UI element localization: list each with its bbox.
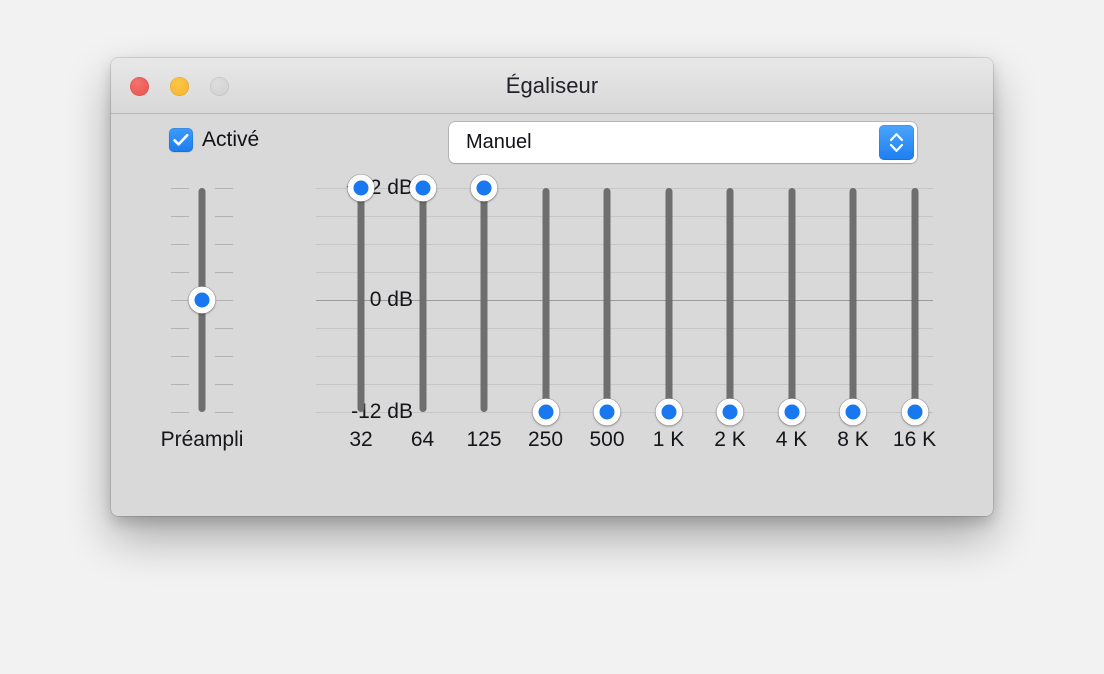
preamp-tick — [215, 328, 233, 329]
enabled-checkbox-label: Activé — [202, 128, 260, 151]
band-slider[interactable]: 64 — [400, 174, 446, 451]
band-slider-track[interactable] — [480, 188, 488, 412]
enabled-checkbox-group[interactable]: Activé — [169, 128, 259, 152]
band-slider[interactable]: 4 K — [769, 176, 815, 451]
preamp-tick — [215, 188, 233, 189]
preamp-tick — [171, 244, 189, 245]
preamp-tick — [171, 328, 189, 329]
preamp-tick — [171, 300, 189, 301]
preamp-tick — [215, 216, 233, 217]
preamp-ticks-right — [215, 176, 233, 416]
window-titlebar: Égaliseur — [111, 58, 993, 114]
band-slider-track[interactable] — [849, 188, 857, 412]
preamp-tick — [215, 244, 233, 245]
band-slider-knob[interactable] — [470, 174, 498, 202]
band-slider[interactable]: 1 K — [646, 176, 692, 451]
preamp-label: Préampli — [160, 428, 244, 451]
preamp-tick — [215, 356, 233, 357]
band-slider-knob[interactable] — [901, 398, 928, 426]
band-slider-label: 8 K — [837, 428, 869, 451]
preamp-tick — [215, 272, 233, 273]
preamp-tick — [215, 300, 233, 301]
band-slider-label: 250 — [527, 428, 564, 451]
band-slider[interactable]: 2 K — [707, 176, 753, 451]
window-title: Égaliseur — [505, 73, 599, 98]
band-slider-track[interactable] — [665, 188, 672, 412]
band-slider-track[interactable] — [726, 188, 734, 412]
preamp-tick — [171, 356, 189, 357]
band-slider-knob[interactable] — [532, 398, 559, 426]
preamp-ticks-left — [171, 176, 189, 416]
band-slider-label: 125 — [466, 428, 502, 451]
band-slider-track[interactable] — [357, 188, 365, 412]
band-slider-knob[interactable] — [716, 398, 744, 426]
preamp-tick — [171, 216, 189, 217]
equalizer-window: Égaliseur Activé Manuel Préampli +12 dB … — [111, 58, 993, 516]
band-slider-label: 32 — [349, 428, 373, 451]
band-slider-knob[interactable] — [778, 398, 805, 426]
preamp-slider[interactable] — [171, 176, 233, 416]
band-slider-track[interactable] — [419, 188, 426, 412]
band-slider[interactable]: 125 — [461, 174, 507, 451]
preset-popup-value: Manuel — [466, 131, 532, 153]
equalizer-body: Préampli +12 dB 0 dB -12 dB 32 64 125 250 500 1… — [111, 174, 993, 516]
preamp-tick — [171, 384, 189, 385]
band-slider-track[interactable] — [603, 188, 611, 412]
band-slider-knob[interactable] — [409, 174, 436, 202]
band-slider-knob[interactable] — [593, 398, 621, 426]
band-slider[interactable]: 16 K — [892, 176, 938, 451]
preamp-tick — [171, 412, 189, 413]
band-slider-knob[interactable] — [655, 398, 682, 426]
band-sliders: 32 64 125 250 500 1 K 2 K 4 K 8 K 16 K — [316, 174, 936, 451]
preamp-slider-knob[interactable] — [188, 286, 216, 314]
chevron-up-down-icon[interactable] — [879, 125, 914, 160]
preamp-tick — [171, 272, 189, 273]
band-slider[interactable]: 250 — [523, 176, 569, 451]
preset-popup-button[interactable]: Manuel — [449, 122, 917, 163]
preamp-tick — [215, 412, 233, 413]
band-slider[interactable]: 8 K — [830, 176, 876, 451]
band-slider-knob[interactable] — [839, 398, 867, 426]
chevron-up-down-glyph — [889, 133, 904, 152]
band-slider[interactable]: 32 — [338, 174, 384, 451]
checkmark-icon — [173, 133, 189, 146]
band-slider-track[interactable] — [911, 188, 918, 412]
preamp-tick — [215, 384, 233, 385]
band-slider-label: 2 K — [714, 428, 746, 451]
band-slider-track[interactable] — [788, 188, 795, 412]
band-slider-label: 4 K — [775, 428, 808, 451]
band-slider-label: 16 K — [892, 428, 937, 451]
band-slider[interactable]: 500 — [584, 176, 630, 451]
enabled-checkbox[interactable] — [169, 128, 193, 152]
band-slider-knob[interactable] — [347, 174, 375, 202]
preamp-tick — [171, 188, 189, 189]
band-slider-label: 1 K — [652, 428, 685, 451]
band-slider-label: 500 — [589, 428, 625, 451]
band-slider-label: 64 — [410, 428, 435, 451]
band-slider-track[interactable] — [542, 188, 549, 412]
